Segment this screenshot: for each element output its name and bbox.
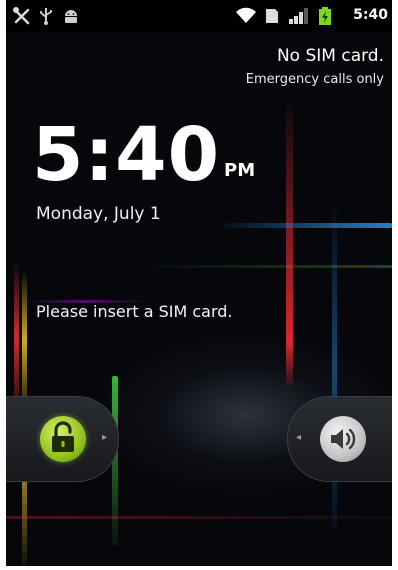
unlock-tab[interactable]: ▸ (6, 396, 119, 482)
sound-tab[interactable]: ◂ (287, 396, 392, 482)
wallpaper-streak (22, 480, 27, 566)
unlock-handle[interactable] (40, 416, 86, 462)
sound-handle[interactable] (320, 416, 366, 462)
android-debug-icon (62, 6, 80, 30)
clock-date: Monday, July 1 (36, 204, 161, 224)
usb-icon (38, 6, 54, 30)
clock-time: 5:40 (32, 112, 221, 198)
chevron-left-icon: ◂ (296, 432, 302, 443)
sim-message: Please insert a SIM card. (36, 302, 233, 321)
battery-icon (318, 6, 332, 30)
wallpaper-streak (14, 262, 19, 412)
tools-icon (12, 6, 32, 30)
wifi-icon (234, 6, 258, 30)
status-bar-time: 5:40 (353, 7, 388, 23)
status-bar: 5:40 (6, 0, 392, 32)
lock-screen: 5:40 No SIM card. Emergency calls only 5… (6, 0, 392, 566)
signal-icon (288, 6, 310, 30)
carrier-status: No SIM card. (276, 46, 384, 66)
wallpaper-streak (22, 270, 27, 410)
wallpaper-streak (6, 516, 392, 519)
wallpaper-streak (136, 265, 392, 268)
no-sim-icon (264, 6, 280, 30)
chevron-right-icon: ▸ (102, 432, 108, 443)
emergency-calls-label: Emergency calls only (245, 72, 384, 87)
wallpaper-streak (286, 96, 293, 386)
clock-ampm: PM (224, 160, 256, 181)
wallpaper-streak (216, 223, 392, 228)
